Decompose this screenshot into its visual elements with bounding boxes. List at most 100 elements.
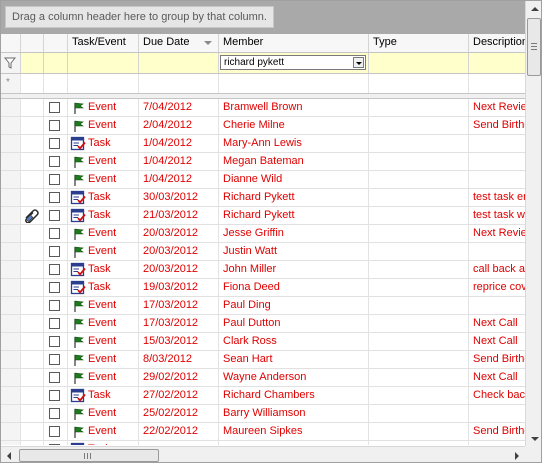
row-checkbox[interactable] [49,138,60,149]
attachment-cell[interactable] [21,261,44,278]
description-cell[interactable] [469,171,525,188]
attachment-cell[interactable] [21,441,44,445]
header-due-date[interactable]: Due Date [139,34,219,52]
row-checkbox[interactable] [49,156,60,167]
new-row-cell[interactable] [44,74,68,93]
task-event-cell[interactable]: Event [68,117,139,134]
new-row-cell[interactable] [68,74,139,93]
member-filter-combobox[interactable]: richard pykett [220,55,366,70]
row-checkbox[interactable] [49,426,60,437]
member-cell[interactable]: Richard Chambers [219,387,369,404]
header-attachment-column[interactable] [21,34,44,52]
table-row[interactable]: Task [1,441,525,445]
description-cell[interactable]: reprice cov [469,279,525,296]
vertical-scroll-thumb[interactable] [527,18,541,76]
member-cell[interactable]: Mary-Ann Lewis [219,135,369,152]
task-event-cell[interactable]: Event [68,351,139,368]
filter-attachment-cell[interactable] [21,53,44,73]
task-event-cell[interactable]: Event [68,243,139,260]
type-cell[interactable] [369,423,469,440]
filter-checkbox-cell[interactable] [44,53,68,73]
row-checkbox[interactable] [49,174,60,185]
group-by-panel[interactable]: Drag a column header here to group by th… [1,1,525,34]
attachment-cell[interactable] [21,297,44,314]
table-row[interactable]: Event 7/04/2012Bramwell Brown Next Review [1,99,525,117]
type-cell[interactable] [369,99,469,116]
type-cell[interactable] [369,279,469,296]
header-task-event[interactable]: Task/Event [68,34,139,52]
type-cell[interactable] [369,405,469,422]
description-cell[interactable] [469,441,525,445]
member-cell[interactable]: Paul Ding [219,297,369,314]
description-cell[interactable] [469,297,525,314]
filter-type-cell[interactable] [369,53,469,73]
new-row-cell[interactable] [369,74,469,93]
type-cell[interactable] [369,189,469,206]
table-row[interactable]: Event 15/03/2012 Clark Ross Next Call [1,333,525,351]
table-row[interactable]: Event 17/03/2012 Paul Dutton Next Call [1,315,525,333]
member-cell[interactable]: Paul Dutton [219,315,369,332]
due-date-cell[interactable]: 17/03/2012 [139,315,219,332]
description-cell[interactable]: call back at [469,261,525,278]
member-cell[interactable]: Barry Williamson [219,405,369,422]
scroll-right-arrow-icon[interactable] [508,447,525,462]
type-cell[interactable] [369,315,469,332]
member-cell[interactable]: Clark Ross [219,333,369,350]
description-cell[interactable]: Send Birthday [469,117,525,134]
due-date-cell[interactable]: 15/03/2012 [139,333,219,350]
attachment-cell[interactable] [21,99,44,116]
type-cell[interactable] [369,369,469,386]
type-cell[interactable] [369,171,469,188]
attachment-cell[interactable] [21,333,44,350]
table-row[interactable]: Event 20/03/2012Jesse Griffin Next Review [1,225,525,243]
due-date-cell[interactable]: 8/03/2012 [139,351,219,368]
description-cell[interactable]: Next Review [469,225,525,242]
scroll-left-arrow-icon[interactable] [1,447,18,462]
member-cell[interactable]: Sean Hart [219,351,369,368]
task-event-cell[interactable]: Event [68,225,139,242]
description-cell[interactable] [469,153,525,170]
new-item-row[interactable]: * [1,74,525,94]
description-cell[interactable]: Next Call [469,369,525,386]
row-checkbox[interactable] [49,246,60,257]
type-cell[interactable] [369,117,469,134]
table-row[interactable]: Task 27/02/2012 Richard Chambers Check back [1,387,525,405]
filter-description-cell[interactable] [469,53,525,73]
due-date-cell[interactable]: 27/02/2012 [139,387,219,404]
table-row[interactable]: Task 1/04/2012 Mary-Ann Lewis [1,135,525,153]
task-event-cell[interactable]: Event [68,423,139,440]
type-cell[interactable] [369,243,469,260]
horizontal-scroll-thumb[interactable] [19,449,159,462]
attachment-cell[interactable] [21,207,44,224]
type-cell[interactable] [369,387,469,404]
task-event-cell[interactable]: Event [68,315,139,332]
row-checkbox[interactable] [49,354,60,365]
member-cell[interactable]: Bramwell Brown [219,99,369,116]
header-description[interactable]: Description [469,34,525,52]
task-event-cell[interactable]: Task [68,189,139,206]
table-row[interactable]: Event 25/02/2012 Barry Williamson [1,405,525,423]
task-event-cell[interactable]: Task [68,135,139,152]
type-cell[interactable] [369,207,469,224]
member-cell[interactable]: Justin Watt [219,243,369,260]
table-row[interactable]: Event 1/04/2012 Megan Bateman [1,153,525,171]
task-event-cell[interactable]: Task [68,261,139,278]
task-event-cell[interactable]: Task [68,387,139,404]
type-cell[interactable] [369,135,469,152]
table-row[interactable]: Event 17/03/2012 Paul Ding [1,297,525,315]
table-row[interactable]: Event 22/02/2012Maureen Sipkes Send Birthd… [1,423,525,441]
table-row[interactable]: Task 20/03/2012 John Miller call back at [1,261,525,279]
due-date-cell[interactable]: 20/03/2012 [139,225,219,242]
due-date-cell[interactable]: 17/03/2012 [139,297,219,314]
description-cell[interactable] [469,135,525,152]
header-checkbox-column[interactable] [44,34,68,52]
description-cell[interactable]: test task wi [469,207,525,224]
table-row[interactable]: Event 2/04/2012Cherie Milne Send Birthday [1,117,525,135]
table-row[interactable]: Task 30/03/2012 Richard Pykett test task en [1,189,525,207]
row-checkbox[interactable] [49,102,60,113]
due-date-cell[interactable]: 7/04/2012 [139,99,219,116]
new-row-cell[interactable] [21,74,44,93]
attachment-cell[interactable] [21,225,44,242]
member-cell[interactable]: Dianne Wild [219,171,369,188]
attachment-cell[interactable] [21,117,44,134]
